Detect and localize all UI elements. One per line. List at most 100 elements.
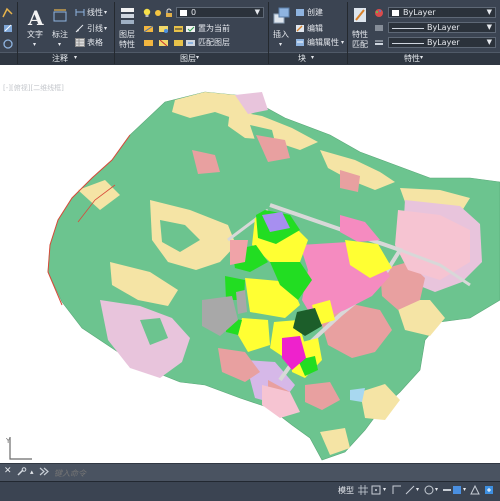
separator [17,2,18,64]
polar-icon[interactable] [405,485,415,495]
edit-block-icon[interactable] [295,24,305,33]
chevron-down-icon: ▼ [254,8,260,16]
leader-button[interactable]: 引线 [87,24,103,34]
chevron-down-icon[interactable]: ▾ [279,40,282,50]
close-icon[interactable]: ✕ [4,466,12,476]
insert-block-icon[interactable] [272,6,292,26]
unlock-icon[interactable] [164,8,174,18]
edit-attributes-button[interactable]: 编辑属性 [307,38,339,48]
insert-button-label[interactable]: 插入 [273,30,289,40]
properties-panel-title[interactable]: 特性 [404,53,420,64]
lineweight-toggle-icon[interactable] [442,485,452,495]
chevron-down-icon[interactable]: ▾ [463,485,466,495]
lineweight-dropdown-value: ByLayer [427,38,460,47]
annotation-scale-icon[interactable] [470,485,480,495]
line-preview-icon [392,43,424,44]
separator [347,2,348,64]
color-swatch-icon [392,10,399,16]
make-current-icon[interactable] [185,24,197,34]
linetype-icon[interactable] [374,23,384,33]
command-input[interactable] [52,466,356,480]
chevron-down-icon[interactable]: ▾ [420,53,423,63]
separator [268,2,269,64]
line-preview-icon [392,28,424,29]
selection-cycle-icon[interactable] [452,485,462,495]
viewport-label[interactable]: [-][俯视][二维线框] [3,83,64,93]
palette-icon[interactable] [374,8,384,18]
layer-tool-icon[interactable] [173,38,185,48]
land-use-map [47,91,500,461]
layer-tool-icon[interactable] [158,24,170,34]
layer-tool-icon[interactable] [143,38,155,48]
chevron-down-icon: ▼ [486,38,492,46]
layer-tool-icon[interactable] [143,24,155,34]
dimension-icon[interactable] [52,8,68,24]
edit-block-button[interactable]: 编辑 [307,24,323,34]
chevron-down-icon[interactable]: ▾ [435,485,438,495]
text-icon[interactable]: A [28,6,44,30]
linetype-dropdown[interactable]: ByLayer ▼ [388,22,496,33]
table-icon[interactable] [75,38,85,47]
layer-tool-icon[interactable] [158,38,170,48]
workspace-icon[interactable] [484,485,494,495]
match-layer-button[interactable]: 匹配图层 [198,38,230,48]
ortho-icon[interactable] [392,485,402,495]
chevron-down-icon[interactable]: ▾ [383,485,386,495]
lineweight-icon[interactable] [374,38,384,48]
array-icon[interactable] [2,38,14,50]
match-properties-label[interactable]: 特性 [352,30,368,40]
edit-icon[interactable] [2,22,14,34]
command-prompt-icon[interactable] [38,466,52,477]
chevron-down-icon[interactable]: ▾ [33,40,36,50]
layer-properties-icon[interactable] [120,6,136,26]
table-button[interactable]: 表格 [87,38,103,48]
color-dropdown[interactable]: ByLayer ▼ [388,7,496,18]
layer-dropdown[interactable]: 0 ▼ [176,7,264,18]
linear-dim-button[interactable]: 线性 [87,8,103,18]
text-button-label[interactable]: 文字 [27,30,43,40]
grid-icon[interactable] [358,485,368,495]
create-block-button[interactable]: 创建 [307,8,323,18]
osnap-icon[interactable] [424,485,434,495]
chevron-down-icon[interactable]: ▾ [196,53,199,63]
sun-icon[interactable] [153,8,163,18]
wrench-icon[interactable] [16,467,28,477]
match-properties-icon[interactable] [352,6,368,26]
chevron-down-icon: ▼ [486,23,492,31]
chevron-down-icon[interactable]: ▾ [104,8,107,18]
linear-dim-icon[interactable] [75,8,85,17]
linetype-dropdown-value: ByLayer [427,23,460,32]
chevron-down-icon[interactable]: ▾ [311,53,314,63]
separator [114,2,115,64]
chevron-down-icon[interactable]: ▾ [104,24,107,34]
layer-properties-label[interactable]: 图层 [119,30,135,40]
snap-icon[interactable] [371,485,381,495]
chevron-down-icon[interactable]: ▾ [74,53,77,63]
create-block-icon[interactable] [295,8,305,17]
dimension-button-label[interactable]: 标注 [52,30,68,40]
chevron-down-icon[interactable]: ▾ [416,485,419,495]
ucs-icon: Y [5,437,32,460]
edit-attributes-icon[interactable] [295,38,305,47]
chevron-down-icon[interactable]: ▾ [341,38,344,48]
block-panel-title[interactable]: 块 [298,53,306,64]
layer-properties-label2[interactable]: 特性 [119,40,135,50]
leader-icon[interactable] [75,24,85,33]
match-properties-label2[interactable]: 匹配 [352,40,368,50]
polyline-icon[interactable] [2,6,14,18]
layer-tool-icon[interactable] [173,24,185,34]
match-layer-icon[interactable] [185,38,197,48]
svg-text:Y: Y [5,437,11,445]
annotate-panel-title[interactable]: 注释 [52,53,68,64]
layer-dropdown-value: 0 [191,8,197,17]
lineweight-dropdown[interactable]: ByLayer ▼ [388,37,496,48]
drawing-canvas[interactable] [0,65,500,463]
chevron-down-icon[interactable]: ▾ [58,40,61,50]
lightbulb-icon[interactable] [142,8,152,18]
chevron-up-icon[interactable]: ▴ [30,467,34,477]
model-tab[interactable]: 模型 [338,485,354,496]
color-dropdown-value: ByLayer [403,8,436,17]
make-current-button[interactable]: 置为当前 [198,24,230,34]
chevron-down-icon: ▼ [486,8,492,16]
layers-panel-title[interactable]: 图层 [180,53,196,64]
